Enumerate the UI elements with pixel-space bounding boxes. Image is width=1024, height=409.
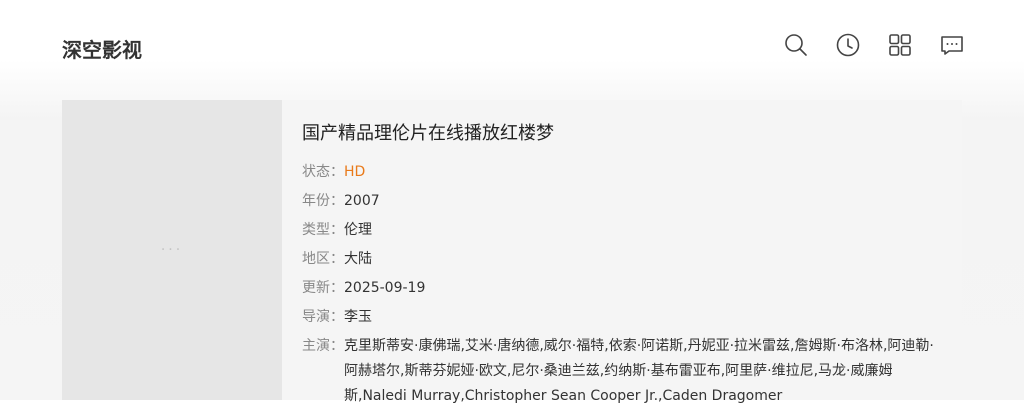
- director-label: 导演：: [302, 309, 344, 325]
- year-row: 年份： 2007: [302, 187, 942, 216]
- region-value[interactable]: 大陆: [344, 245, 372, 274]
- site-logo[interactable]: 深空影视: [62, 34, 142, 63]
- status-row: 状态： HD: [302, 158, 942, 187]
- year-value: 2007: [344, 193, 380, 209]
- actors-value[interactable]: 克里斯蒂安·康佛瑞,艾米·唐纳德,威尔·福特,依索·阿诺斯,丹妮亚·拉米雷兹,詹…: [344, 334, 936, 409]
- top-header: 深空影视: [0, 0, 1024, 92]
- genre-label: 类型：: [302, 222, 344, 238]
- status-value: HD: [344, 164, 366, 180]
- genre-value[interactable]: 伦理: [344, 216, 372, 245]
- actors-label: 主演：: [302, 338, 344, 354]
- grid-icon[interactable]: [887, 32, 912, 57]
- video-detail-card: ··· 国产精品理伦片在线播放红楼梦 状态： HD 年份： 2007 类型： 伦…: [62, 100, 962, 404]
- genre-row: 类型： 伦理: [302, 216, 942, 245]
- director-value[interactable]: 李玉: [344, 303, 372, 332]
- poster-loading-placeholder: ···: [160, 242, 184, 258]
- year-label: 年份：: [302, 193, 344, 209]
- status-label: 状态：: [302, 164, 344, 180]
- updated-row: 更新： 2025-09-19: [302, 274, 942, 303]
- poster-image[interactable]: ···: [62, 100, 282, 400]
- updated-value: 2025-09-19: [344, 280, 426, 296]
- region-label: 地区：: [302, 251, 344, 267]
- actors-row: 主演： 克里斯蒂安·康佛瑞,艾米·唐纳德,威尔·福特,依索·阿诺斯,丹妮亚·拉米…: [302, 334, 942, 409]
- region-row: 地区： 大陆: [302, 245, 942, 274]
- header-icons: [783, 32, 964, 57]
- video-info: 国产精品理伦片在线播放红楼梦 状态： HD 年份： 2007 类型： 伦理 地区…: [302, 120, 942, 409]
- director-row: 导演： 李玉: [302, 303, 942, 332]
- video-title: 国产精品理伦片在线播放红楼梦: [302, 123, 554, 144]
- history-icon[interactable]: [835, 32, 860, 57]
- search-icon[interactable]: [783, 32, 808, 57]
- message-icon[interactable]: [939, 32, 964, 57]
- updated-label: 更新：: [302, 280, 344, 296]
